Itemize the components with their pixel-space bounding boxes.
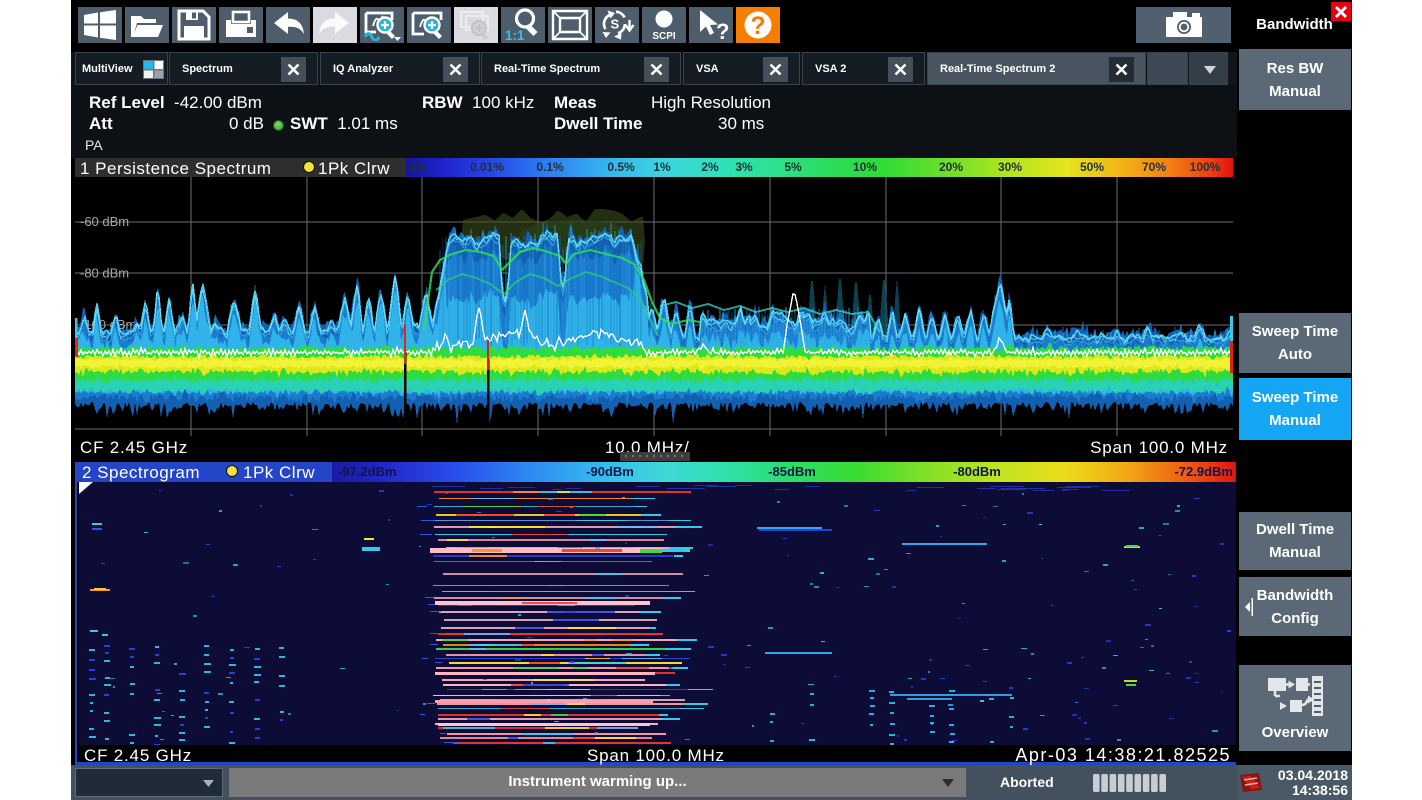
svg-text:?: ?: [750, 12, 765, 40]
svg-text:-60 dBm: -60 dBm: [80, 214, 129, 229]
svg-text:-80 dBm: -80 dBm: [80, 266, 129, 281]
svg-text:1:1: 1:1: [505, 28, 525, 42]
svg-text:SCPI: SCPI: [652, 31, 676, 42]
svg-text:?: ?: [716, 19, 729, 42]
svg-text:S: S: [611, 17, 620, 32]
